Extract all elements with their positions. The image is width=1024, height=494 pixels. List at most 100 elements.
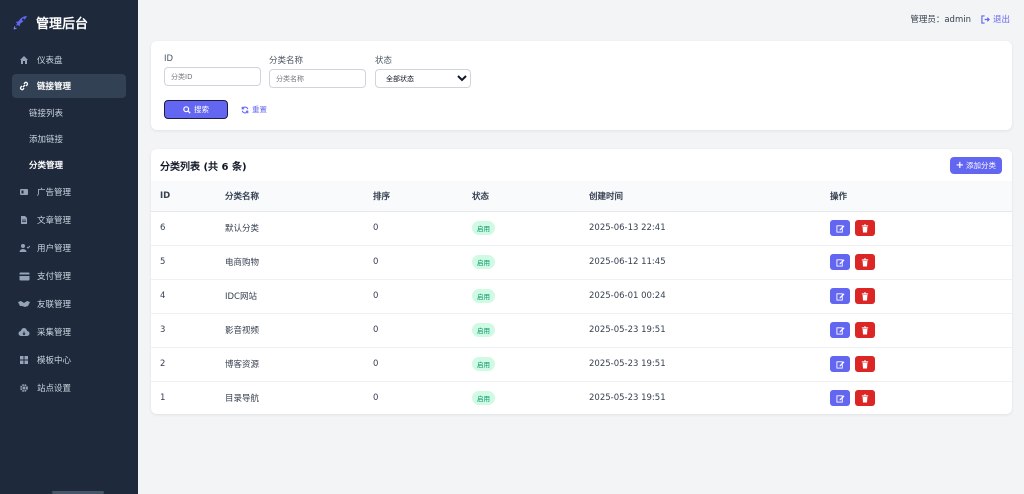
table-row[interactable]: 2 博客资源 0 启用 2025-05-23 19:51 [151,347,1012,382]
column-header-status[interactable]: 状态 [472,181,589,212]
table-row[interactable]: 6 默认分类 0 启用 2025-06-13 22:41 [151,211,1012,246]
search-button[interactable]: 搜索 [164,100,228,119]
cell-sort: 0 [373,245,472,280]
search-icon [183,105,191,114]
column-header-created[interactable]: 创建时间 [589,181,830,212]
cell-status: 启用 [472,347,589,382]
cell-actions [830,347,1012,382]
edit-button[interactable] [830,254,850,270]
cell-status: 启用 [472,313,589,348]
cloud-download-icon [18,326,30,338]
created-value: 2025-06-13 22:41 [589,223,666,233]
trash-icon [861,291,869,301]
rocket-icon [13,16,27,30]
logout-button[interactable]: 退出 [981,13,1010,25]
list-header: 分类列表 (共 6 条) + 添加分类 [151,149,1012,181]
edit-icon [835,258,845,267]
name-value: 博客资源 [225,360,260,370]
topbar: 管理员：admin 退出 [138,0,1024,38]
delete-button[interactable] [855,322,875,338]
edit-button[interactable] [830,288,850,304]
delete-button[interactable] [855,288,875,304]
sidebar-subitem-add-link[interactable]: 添加链接 [0,126,138,152]
table-row[interactable]: 1 目录导航 0 启用 2025-05-23 19:51 [151,381,1012,415]
created-value: 2025-05-23 19:51 [589,359,666,369]
name-input[interactable] [269,69,366,88]
sidebar-item-label: 采集管理 [37,328,72,338]
delete-button[interactable] [855,356,875,372]
users-icon [18,242,30,254]
trash-icon [861,257,869,267]
id-value: 4 [160,291,166,301]
name-label: 分类名称 [269,56,304,66]
sidebar-item-label: 支付管理 [37,272,72,282]
id-input[interactable] [164,67,261,86]
delete-button[interactable] [855,220,875,236]
edit-button[interactable] [830,322,850,338]
edit-button[interactable] [830,356,850,372]
row-actions [830,390,1012,407]
brand[interactable]: 管理后台 [0,0,138,44]
column-header-id[interactable]: ID [151,181,225,212]
reset-button[interactable]: 重置 [241,100,267,119]
status-badge: 启用 [472,221,495,235]
id-value: 1 [160,393,166,404]
edit-icon [835,395,845,403]
sidebar-item-collect[interactable]: 采集管理 [0,318,138,346]
edit-button[interactable] [830,390,850,407]
sidebar-subitem-category[interactable]: 分类管理 [0,152,138,178]
logout-label: 退出 [992,15,1010,25]
cell-created: 2025-05-23 19:51 [589,381,830,415]
category-list-panel: 分类列表 (共 6 条) + 添加分类 ID 分类名称 排序 状态 创建时间 操… [151,149,1012,414]
name-value: 目录导航 [225,394,260,405]
id-value: 6 [160,223,166,233]
status-badge: 启用 [472,255,495,269]
name-value: 影音视频 [225,326,260,336]
created-value: 2025-06-12 11:45 [589,257,666,267]
plus-icon: + [955,159,964,171]
sidebar-item-friend-links[interactable]: 友联管理 [0,290,138,318]
edit-button[interactable] [830,220,850,236]
sidebar-item-users[interactable]: 用户管理 [0,234,138,262]
table-row[interactable]: 4 IDC网站 0 启用 2025-06-01 00:24 [151,279,1012,314]
id-field: ID [164,54,261,86]
brand-title: 管理后台 [36,16,89,32]
sidebar-item-settings[interactable]: 站点设置 [0,374,138,402]
table-row[interactable]: 5 电商购物 0 启用 2025-06-12 11:45 [151,245,1012,280]
name-value: 默认分类 [225,224,260,234]
cell-created: 2025-06-13 22:41 [589,211,830,246]
sidebar-item-articles[interactable]: 文章管理 [0,206,138,234]
table-row[interactable]: 3 影音视频 0 启用 2025-05-23 19:51 [151,313,1012,348]
column-header-sort[interactable]: 排序 [373,181,472,212]
sidebar-item-label: 用户管理 [37,244,72,254]
row-actions [830,220,1012,236]
handshake-icon [18,298,30,310]
cell-id: 1 [151,381,225,415]
sidebar-item-payments[interactable]: 支付管理 [0,262,138,290]
search-panel: ID 分类名称 状态 全部状态 搜索 重置 [151,41,1012,130]
sidebar-item-dashboard[interactable]: 仪表盘 [0,46,138,74]
cell-actions [830,313,1012,348]
status-select[interactable]: 全部状态 [375,69,471,88]
column-header-name[interactable]: 分类名称 [225,181,373,212]
link-icon [18,80,30,92]
sidebar-subitem-link-list[interactable]: 链接列表 [0,100,138,126]
add-category-label: 添加分类 [966,160,996,170]
delete-button[interactable] [855,254,875,270]
sidebar-item-ads[interactable]: 广告管理 [0,178,138,206]
cell-name: 博客资源 [225,347,373,382]
delete-button[interactable] [855,390,875,407]
name-value: IDC网站 [225,292,257,302]
cell-sort: 0 [373,381,472,415]
add-category-button[interactable]: + 添加分类 [949,156,1002,174]
cell-status: 启用 [472,381,589,415]
sidebar-item-templates[interactable]: 模板中心 [0,346,138,374]
gear-icon [18,382,30,394]
cell-status: 启用 [472,245,589,280]
trash-icon [861,223,869,233]
cell-sort: 0 [373,313,472,348]
sidebar-item-links[interactable]: 链接管理 [12,74,126,98]
cell-actions [830,279,1012,314]
list-title: 分类列表 (共 6 条) [160,161,247,173]
cell-name: 影音视频 [225,313,373,348]
